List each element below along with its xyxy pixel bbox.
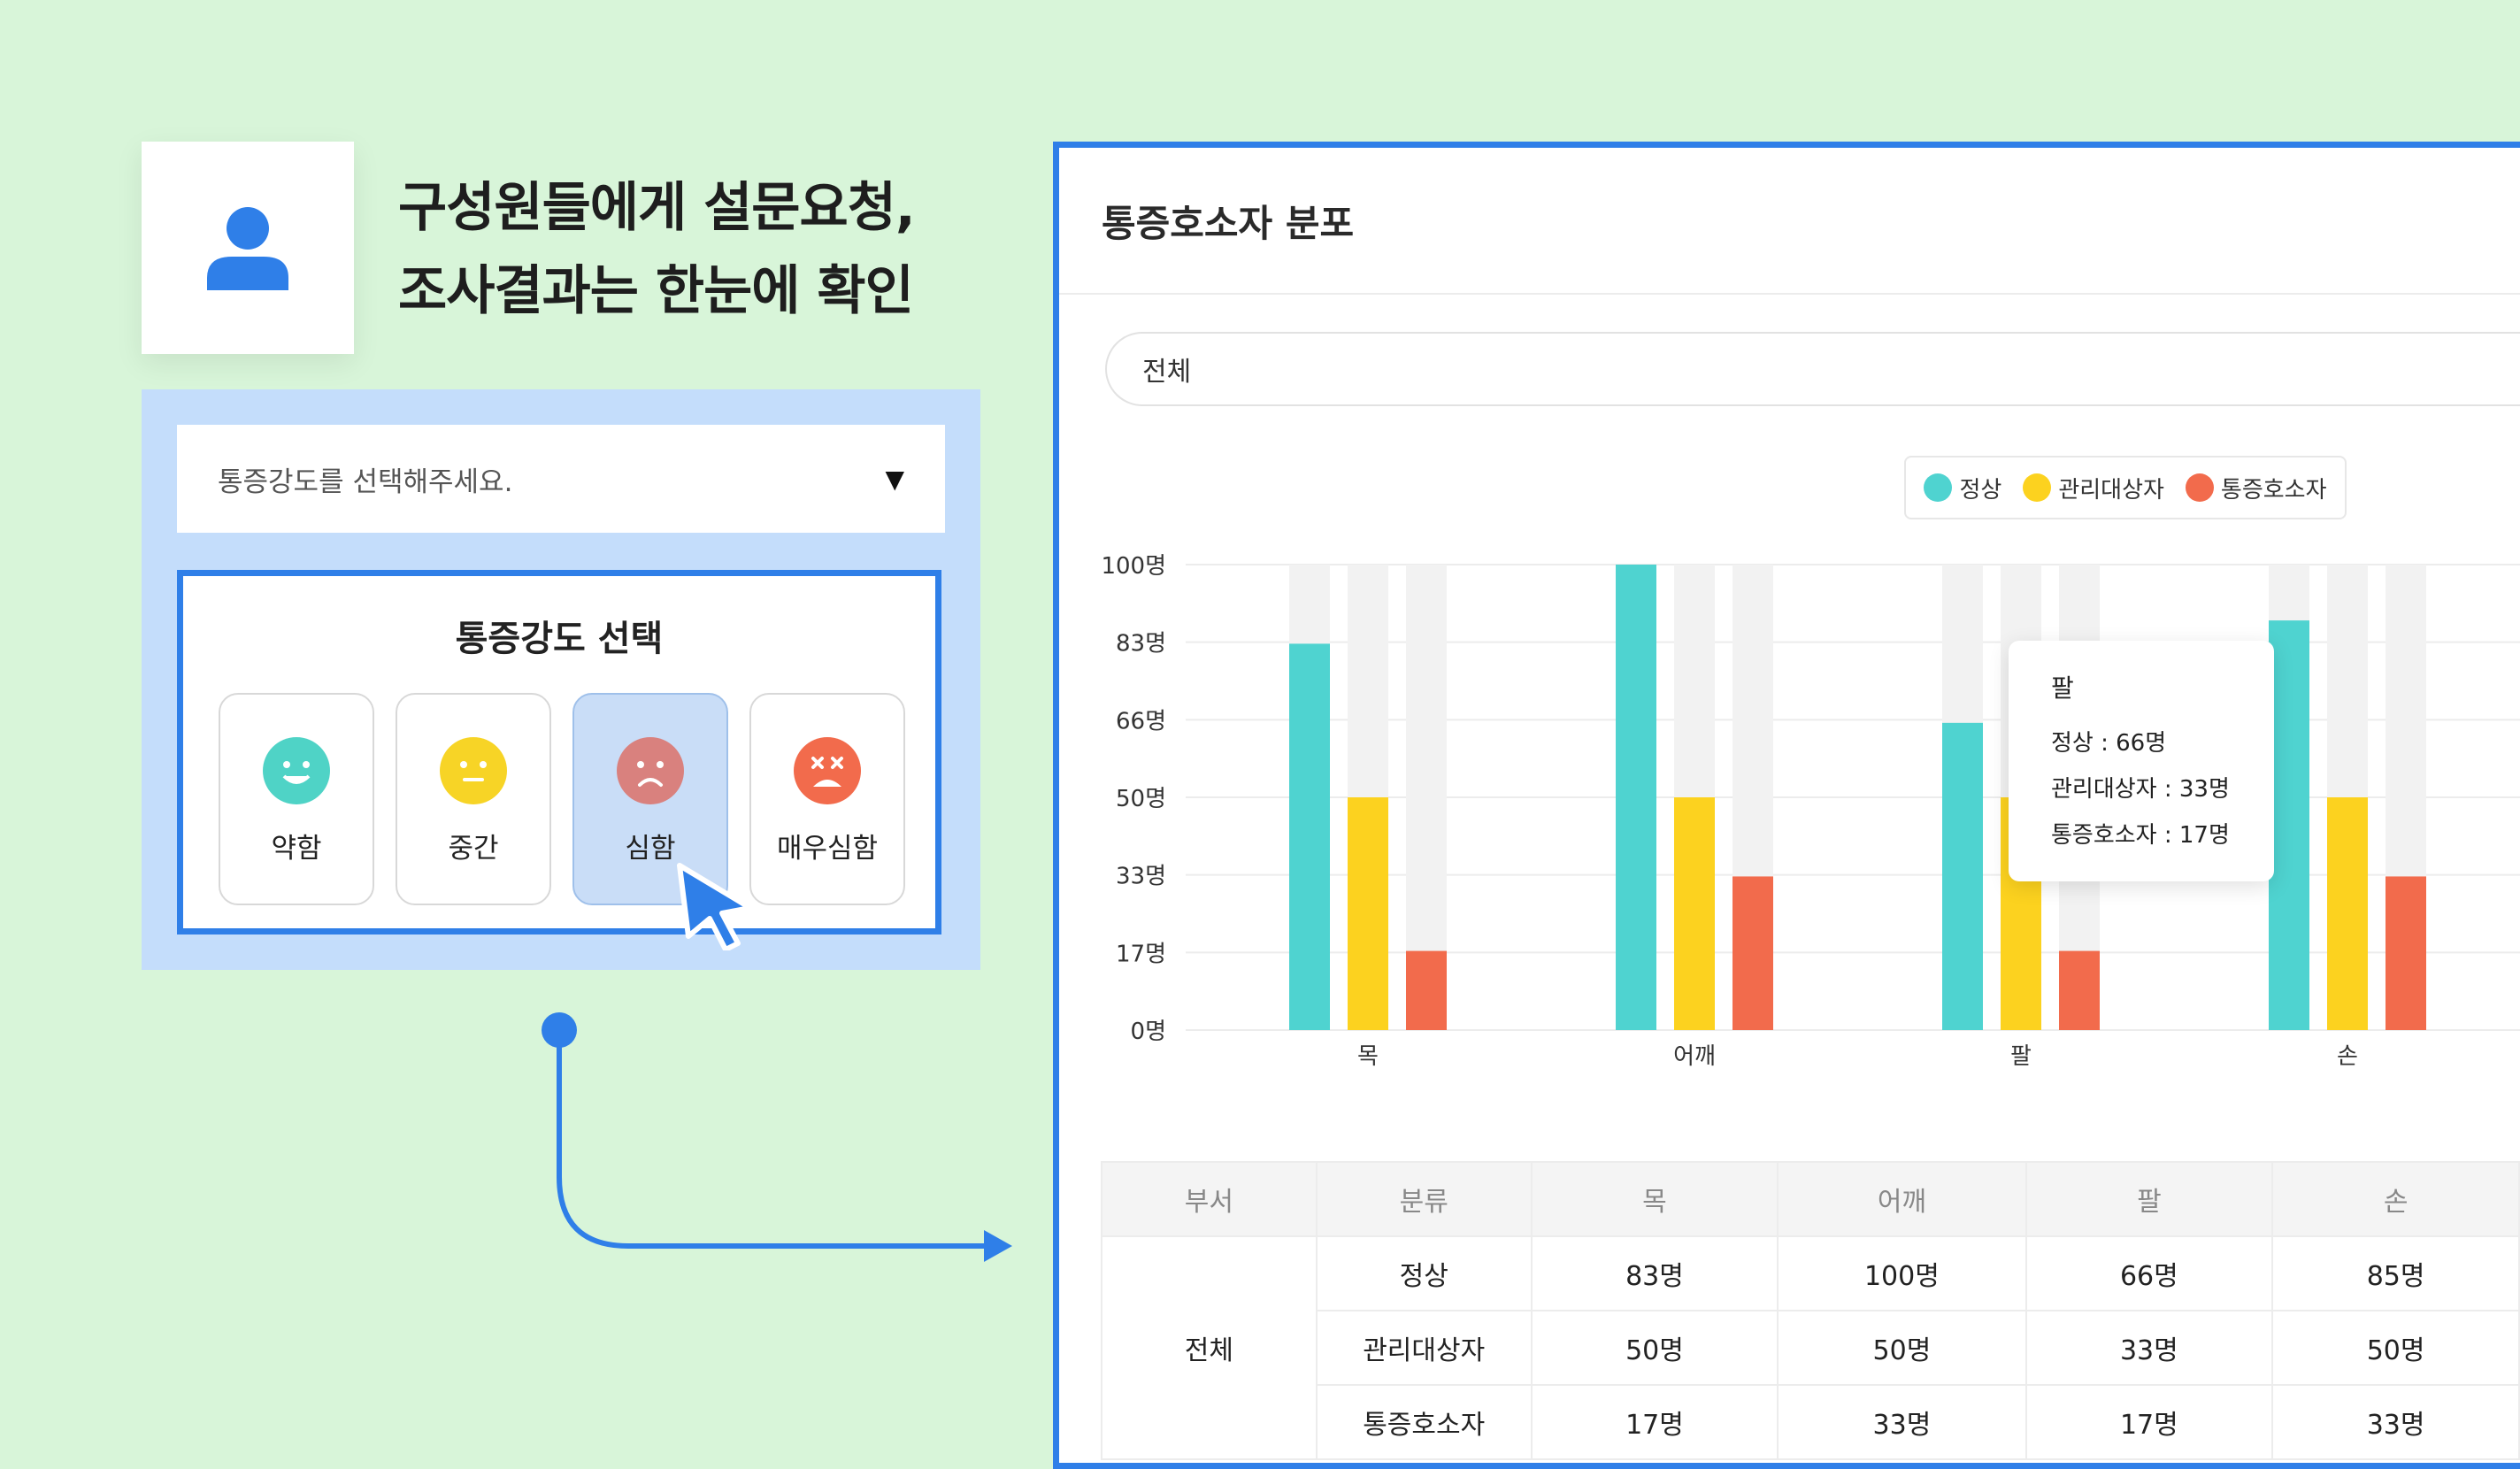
value-cell: 66명 <box>2024 1235 2274 1311</box>
tooltip-row: 관리대상자 : 33명 <box>2051 776 2230 803</box>
y-tick-label: 50명 <box>1116 786 1166 812</box>
y-tick-label: 0명 <box>1131 1019 1166 1045</box>
category-cell: 관리대상자 <box>1315 1310 1533 1386</box>
category-cell: 정상 <box>1315 1235 1533 1311</box>
value-cell: 17명 <box>2024 1384 2274 1460</box>
y-tick-label: 33명 <box>1116 864 1166 890</box>
chart-tooltip: 팔 정상 : 66명 관리대상자 : 33명 통증호소자 : 17명 <box>2009 641 2274 881</box>
y-tick-label: 17명 <box>1116 941 1166 967</box>
value-cell: 33명 <box>2024 1310 2274 1386</box>
group-cell: 전체 <box>1101 1235 1318 1460</box>
value-cell: 17명 <box>1530 1384 1779 1460</box>
bar <box>2269 620 2309 1030</box>
tooltip-row: 정상 : 66명 <box>2051 730 2167 757</box>
column-header: 어깨 <box>1777 1161 2027 1237</box>
value-cell: 100명 <box>1777 1235 2027 1311</box>
x-tick-label: 팔 <box>2010 1043 2032 1070</box>
bar <box>2059 950 2100 1030</box>
value-cell: 33명 <box>2271 1384 2520 1460</box>
x-tick-label: 목 <box>1357 1043 1379 1070</box>
bar <box>2386 876 2426 1030</box>
column-header: 팔 <box>2024 1161 2274 1237</box>
tooltip-title: 팔 <box>2051 673 2074 703</box>
category-cell: 통증호소자 <box>1315 1384 1533 1460</box>
value-cell: 33명 <box>1777 1384 2027 1460</box>
bar <box>1616 565 1656 1030</box>
bar <box>1406 950 1447 1030</box>
table-header-row: 부서 분류 목 어깨 팔 손 <box>1101 1161 2520 1237</box>
y-tick-label: 100명 <box>1101 553 1166 580</box>
column-header: 목 <box>1530 1161 1779 1237</box>
column-header: 부서 <box>1101 1161 1318 1237</box>
x-tick-label: 어깨 <box>1673 1043 1716 1070</box>
column-header: 분류 <box>1315 1161 1533 1237</box>
y-tick-label: 83명 <box>1116 631 1166 658</box>
bar <box>1942 722 1983 1030</box>
value-cell: 50명 <box>1777 1310 2027 1386</box>
bar <box>2327 797 2368 1030</box>
y-tick-label: 66명 <box>1116 708 1166 734</box>
bar <box>1289 643 1330 1030</box>
value-cell: 83명 <box>1530 1235 1779 1311</box>
results-table: 부서 분류 목 어깨 팔 손 전체 정상 83명 100명 66명 85명 관리… <box>1101 1161 2520 1460</box>
bar <box>1348 797 1388 1030</box>
bar <box>1674 797 1715 1030</box>
column-header: 손 <box>2271 1161 2520 1237</box>
table-row: 전체 정상 83명 100명 66명 85명 <box>1101 1235 2520 1460</box>
tooltip-row: 통증호소자 : 17명 <box>2051 822 2230 849</box>
value-cell: 50명 <box>2271 1310 2520 1386</box>
value-cell: 50명 <box>1530 1310 1779 1386</box>
bar <box>1732 876 1773 1030</box>
value-cell: 85명 <box>2271 1235 2520 1311</box>
x-tick-label: 손 <box>2337 1043 2358 1070</box>
